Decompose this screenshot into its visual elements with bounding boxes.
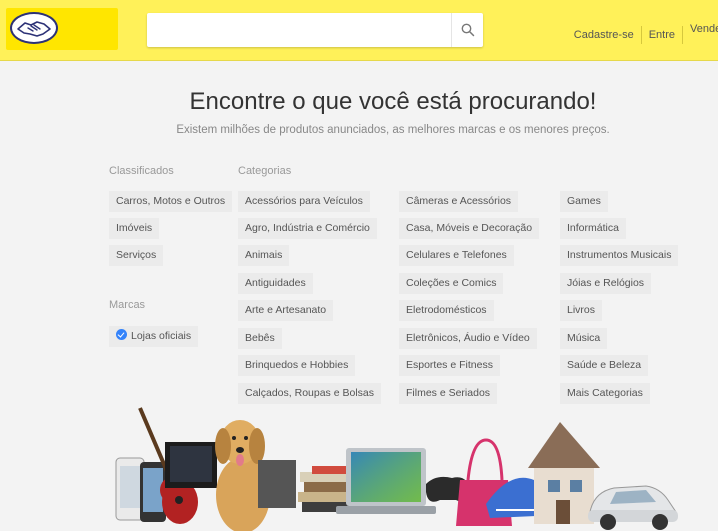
house-icon — [528, 422, 600, 524]
category-item[interactable]: Casa, Móveis e Decoração — [399, 218, 540, 239]
category-item[interactable]: Antiguidades — [238, 273, 313, 294]
category-item[interactable]: Eletrodomésticos — [399, 300, 494, 321]
header: Cadastre-seEntreVende — [0, 0, 718, 61]
laptop-icon — [336, 448, 436, 514]
nav-login-link[interactable]: Entre — [642, 26, 683, 44]
category-item[interactable]: Games — [560, 191, 608, 212]
category-item[interactable]: Saúde e Beleza — [560, 355, 649, 376]
smartphone-icon — [115, 457, 166, 522]
search-input[interactable] — [147, 13, 447, 47]
category-item[interactable]: Agro, Indústria e Comércio — [238, 218, 377, 239]
category-item[interactable]: Esportes e Fitness — [399, 355, 500, 376]
verified-badge-icon — [116, 329, 127, 340]
tv-icon — [165, 442, 217, 488]
header-nav: Cadastre-seEntreVende — [567, 20, 718, 44]
page-subtitle: Existem milhões de produtos anunciados, … — [176, 124, 610, 136]
category-item[interactable]: Animais — [238, 245, 290, 266]
classificados-label: Classificados — [109, 165, 174, 177]
lojas-oficiais-link[interactable]: Lojas oficiais — [109, 326, 199, 347]
search-bar — [147, 13, 483, 47]
nav-signup-link[interactable]: Cadastre-se — [567, 26, 642, 44]
search-button[interactable] — [451, 13, 483, 47]
category-item[interactable]: Coleções e Comics — [399, 273, 504, 294]
category-item[interactable]: Acessórios para Veículos — [238, 191, 370, 212]
handshake-icon — [10, 12, 58, 44]
nav-sell-link[interactable]: Vende — [683, 20, 718, 38]
page-title: Encontre o que você está procurando! — [189, 88, 597, 115]
category-item[interactable]: Livros — [560, 300, 603, 321]
search-icon — [461, 23, 475, 37]
books-icon — [258, 460, 356, 512]
classificados-item-carros[interactable]: Carros, Motos e Outros — [109, 191, 233, 212]
categorias-label: Categorias — [238, 165, 292, 177]
category-item[interactable]: Eletrônicos, Áudio e Vídeo — [399, 328, 537, 349]
category-item[interactable]: Arte e Artesanato — [238, 300, 334, 321]
category-item[interactable]: Câmeras e Acessórios — [399, 191, 519, 212]
category-item[interactable]: Jóias e Relógios — [560, 273, 652, 294]
marcas-label: Marcas — [109, 299, 146, 311]
lojas-oficiais-label: Lojas oficiais — [131, 330, 192, 342]
category-item[interactable]: Música — [560, 328, 608, 349]
category-item[interactable]: Celulares e Telefones — [399, 245, 514, 266]
car-icon — [588, 485, 678, 530]
classificados-item-servicos[interactable]: Serviços — [109, 245, 164, 266]
category-item[interactable]: Brinquedos e Hobbies — [238, 355, 356, 376]
category-item[interactable]: Instrumentos Musicais — [560, 245, 679, 266]
products-illustration — [115, 407, 678, 531]
category-item[interactable]: Informática — [560, 218, 626, 239]
classificados-item-imoveis[interactable]: Imóveis — [109, 218, 160, 239]
category-item[interactable]: Bebês — [238, 328, 282, 349]
logo[interactable] — [6, 8, 118, 50]
